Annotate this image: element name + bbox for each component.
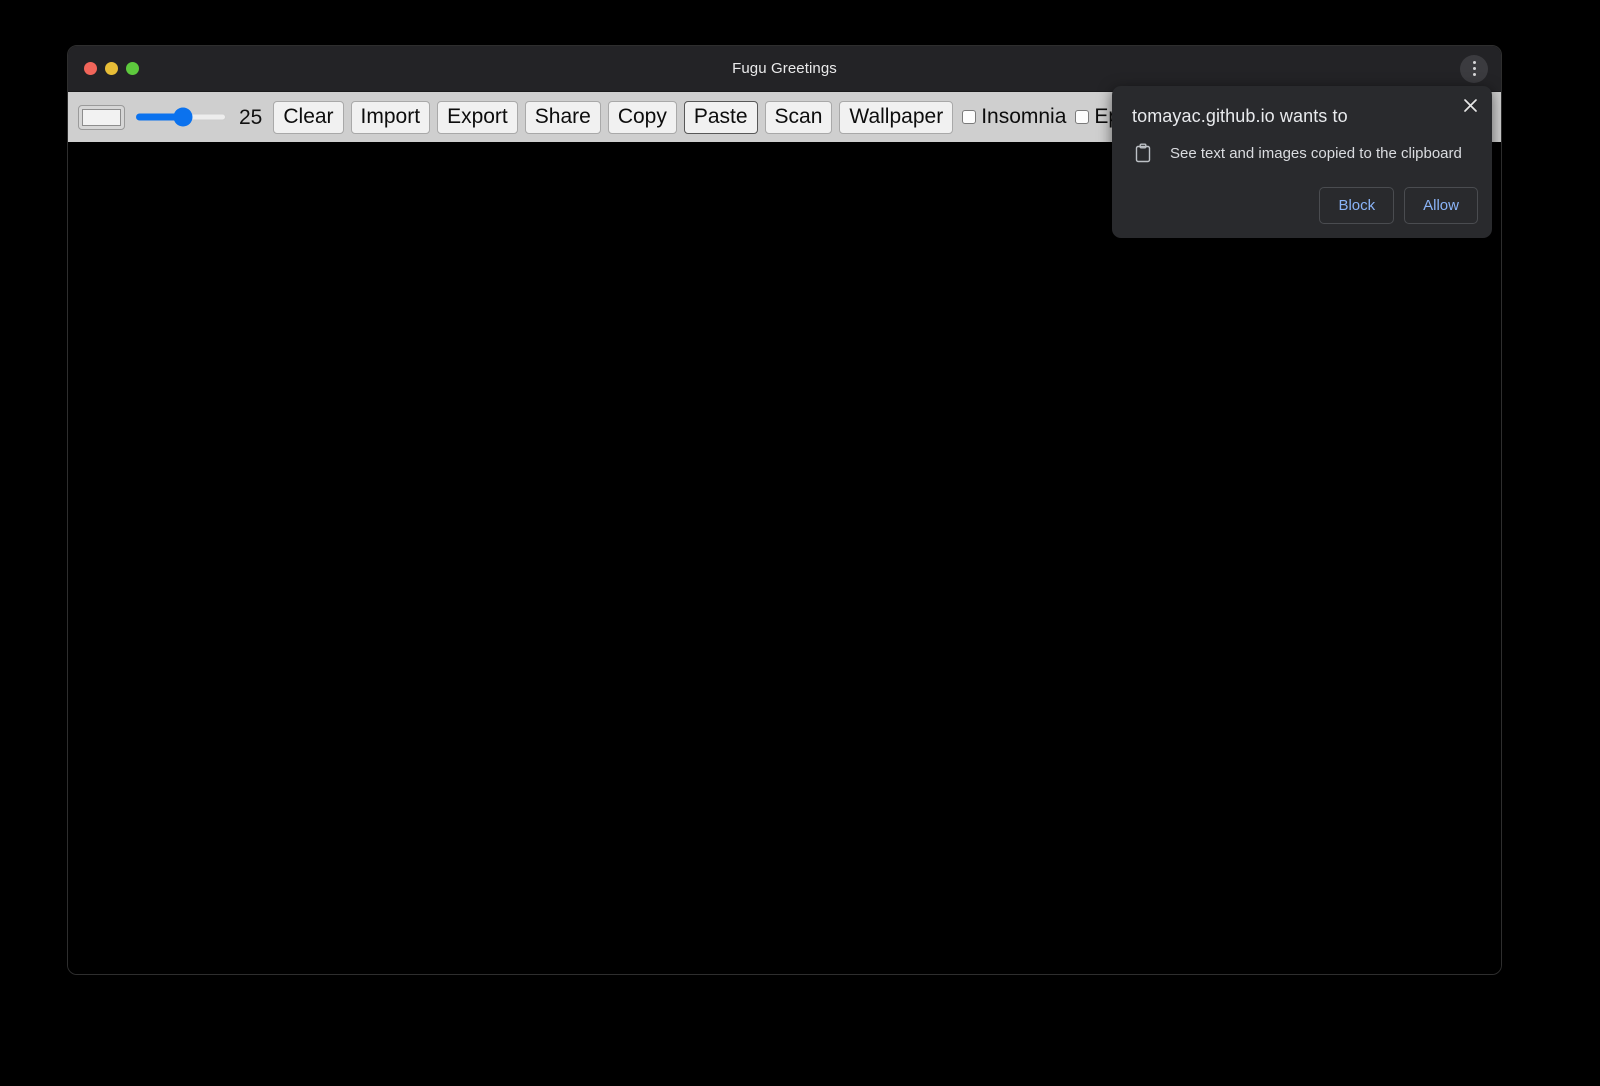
traffic-light-group bbox=[84, 46, 139, 91]
kebab-dot bbox=[1473, 73, 1476, 76]
checkbox-box[interactable] bbox=[962, 110, 976, 124]
export-button[interactable]: Export bbox=[437, 101, 518, 134]
permission-description: See text and images copied to the clipbo… bbox=[1170, 145, 1462, 162]
brush-size-slider[interactable] bbox=[136, 106, 226, 128]
brush-size-value: 25 bbox=[239, 107, 262, 128]
insomnia-checkbox-label: Insomnia bbox=[981, 105, 1066, 129]
close-icon[interactable] bbox=[1459, 94, 1481, 116]
clipboard-icon bbox=[1132, 142, 1154, 164]
permission-actions: Block Allow bbox=[1319, 187, 1478, 224]
drawing-canvas[interactable] bbox=[68, 142, 1501, 974]
paste-button[interactable]: Paste bbox=[684, 101, 758, 134]
clear-button[interactable]: Clear bbox=[273, 101, 343, 134]
permission-dialog-title: tomayac.github.io wants to bbox=[1132, 106, 1348, 127]
insomnia-checkbox[interactable]: Insomnia bbox=[962, 105, 1066, 129]
permission-request-row: See text and images copied to the clipbo… bbox=[1132, 142, 1462, 164]
slider-thumb[interactable] bbox=[173, 108, 192, 127]
kebab-dot bbox=[1473, 67, 1476, 70]
import-button[interactable]: Import bbox=[351, 101, 431, 134]
wallpaper-button[interactable]: Wallpaper bbox=[839, 101, 953, 134]
share-button[interactable]: Share bbox=[525, 101, 601, 134]
color-picker-input[interactable] bbox=[78, 105, 125, 130]
color-swatch-fill bbox=[82, 109, 121, 126]
copy-button[interactable]: Copy bbox=[608, 101, 677, 134]
close-window-button[interactable] bbox=[84, 62, 97, 75]
kebab-menu-icon[interactable] bbox=[1460, 55, 1488, 83]
scan-button[interactable]: Scan bbox=[765, 101, 833, 134]
allow-button[interactable]: Allow bbox=[1404, 187, 1478, 224]
page-title: Fugu Greetings bbox=[68, 60, 1501, 77]
block-button[interactable]: Block bbox=[1319, 187, 1394, 224]
kebab-dot bbox=[1473, 61, 1476, 64]
maximize-window-button[interactable] bbox=[126, 62, 139, 75]
clipboard-permission-dialog: tomayac.github.io wants to See text and … bbox=[1112, 86, 1492, 238]
screen-root: Fugu Greetings 25 Clear Import Export Sh… bbox=[0, 0, 1600, 1086]
checkbox-box[interactable] bbox=[1075, 110, 1089, 124]
minimize-window-button[interactable] bbox=[105, 62, 118, 75]
